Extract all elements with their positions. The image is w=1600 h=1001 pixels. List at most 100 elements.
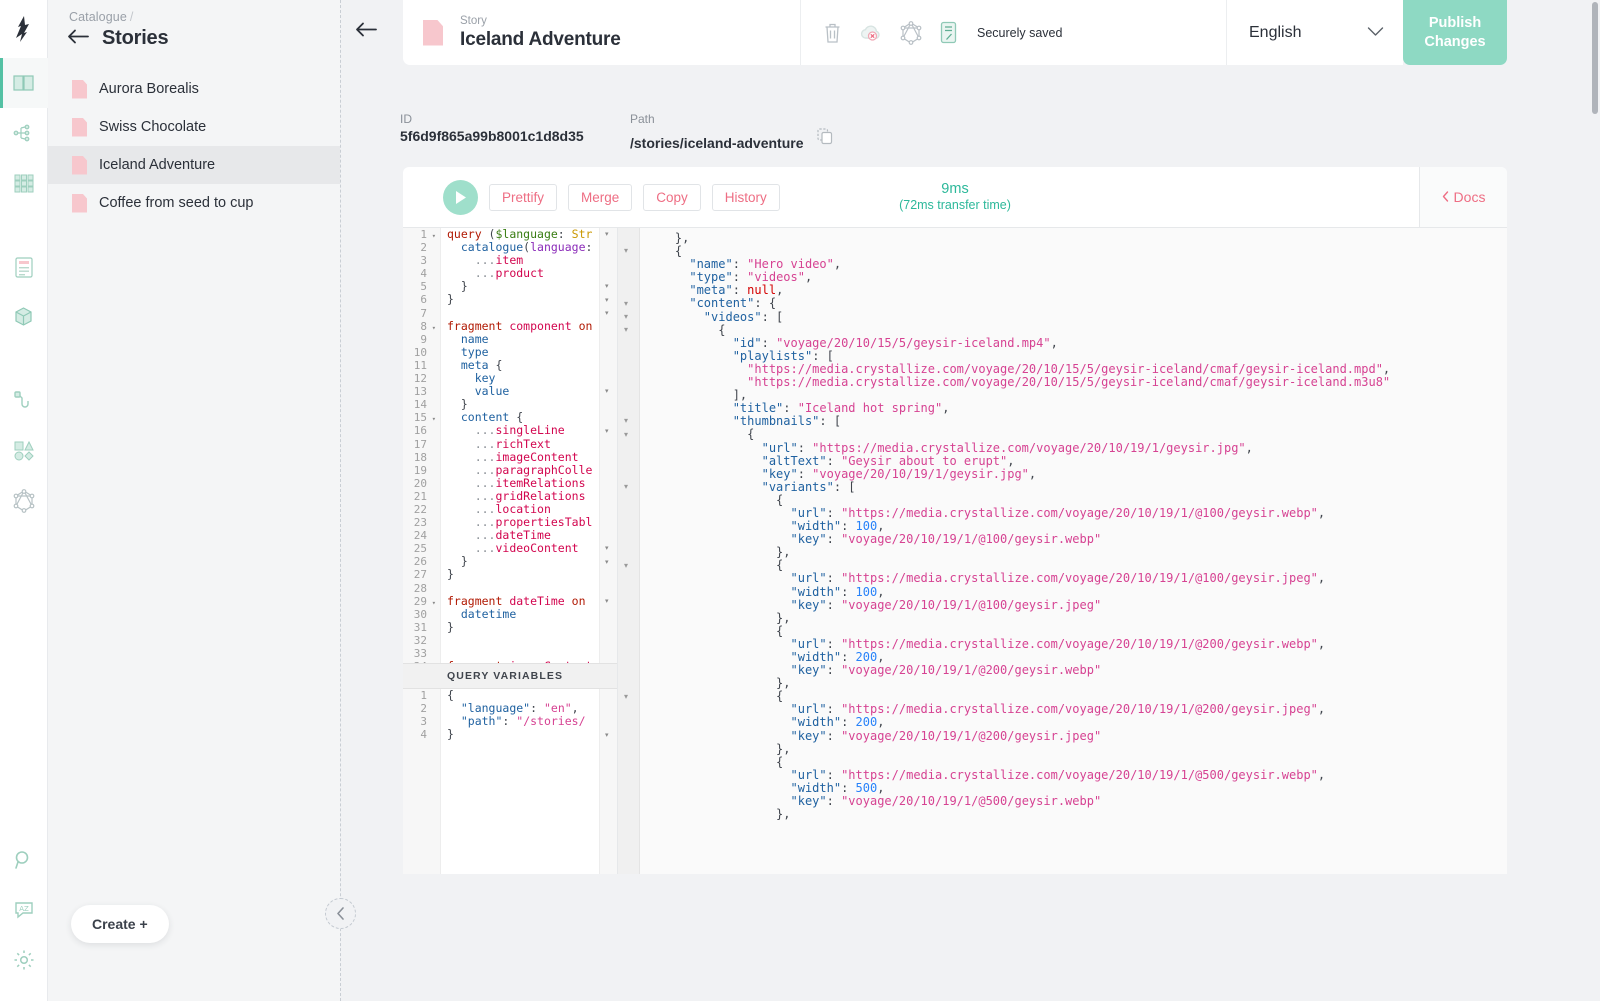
header-item-name: Iceland Adventure: [460, 28, 621, 50]
line-number: 26: [413, 555, 427, 569]
publish-changes-button[interactable]: Publish Changes: [1403, 0, 1507, 65]
result-fold-markers[interactable]: ▾ ▾ ▾ ▾ ▾ ▾ ▾ ▾ ▾: [618, 228, 640, 874]
query-code[interactable]: query ($language: Str catalogue(language…: [441, 228, 599, 663]
breadcrumb-root[interactable]: Catalogue: [69, 10, 127, 24]
code-line: }: [447, 279, 468, 294]
story-list-item-label: Coffee from seed to cup: [99, 195, 254, 211]
prettify-button[interactable]: Prettify: [489, 183, 558, 211]
line-number: 14: [413, 398, 427, 412]
language-select[interactable]: English: [1227, 0, 1403, 65]
query-variables-header[interactable]: QUERY VARIABLES: [403, 663, 617, 689]
sidebar-item-grids[interactable]: [0, 158, 48, 208]
sidebar-item-graphql[interactable]: [0, 476, 48, 526]
code-line: }: [447, 727, 454, 742]
line-number: 9: [420, 332, 427, 346]
settings-gear-icon[interactable]: [0, 935, 48, 985]
copy-icon[interactable]: [816, 128, 833, 151]
query-result-pane[interactable]: ▾ ▾ ▾ ▾ ▾ ▾ ▾ ▾ ▾ }, { "name": "Hero video", "ty…: [618, 228, 1507, 874]
code-line: fragment imageContent: [447, 660, 599, 663]
copy-button[interactable]: Copy: [643, 183, 701, 211]
variables-code[interactable]: { "language": "en", "path": "/stories/}: [441, 689, 599, 874]
webhooks-hook-icon: [13, 391, 29, 408]
fold-marker[interactable]: ▾: [624, 299, 628, 308]
sidebar-item-pim[interactable]: [0, 292, 48, 342]
execute-query-button[interactable]: [443, 179, 478, 215]
code-line: }: [447, 554, 468, 569]
header-back-arrow-icon[interactable]: [355, 22, 377, 42]
line-number: 7: [420, 306, 427, 320]
line-number: 4: [420, 267, 427, 281]
create-button[interactable]: Create +: [71, 905, 169, 943]
chevron-down-icon: [1367, 24, 1384, 42]
sidebar-item-catalogue[interactable]: [0, 58, 48, 108]
story-list-item[interactable]: Iceland Adventure: [48, 146, 340, 184]
query-variables-editor[interactable]: 1234 { "language": "en", "path": "/stori…: [403, 689, 617, 874]
fold-marker[interactable]: ▾: [624, 325, 628, 334]
fold-marker[interactable]: ▾: [605, 309, 609, 317]
graphiql-body: 1 ▾ 2 3 4 5 6 7 8 ▾ 9 10 11 12 13 14 15 ▾ 16 17 18 19 20 21 22 23…: [403, 228, 1507, 874]
line-number: 4: [420, 728, 427, 742]
history-button[interactable]: History: [711, 183, 780, 211]
query-editor[interactable]: 1 ▾ 2 3 4 5 6 7 8 ▾ 9 10 11 12 13 14 15 ▾ 16 17 18 19 20 21 22 23…: [403, 228, 617, 663]
fold-marker[interactable]: ▾: [605, 662, 609, 663]
line-number: 6: [420, 293, 427, 307]
fold-marker[interactable]: ▾: [624, 430, 628, 439]
back-arrow-icon[interactable]: [67, 29, 89, 49]
story-list-item[interactable]: Aurora Borealis: [48, 70, 340, 108]
fold-marker[interactable]: ▾: [605, 427, 609, 435]
document-icon: [72, 155, 87, 175]
crystallize-logo-icon[interactable]: [0, 0, 48, 58]
delete-trash-icon[interactable]: [823, 22, 842, 44]
line-number: 15 ▾: [413, 411, 436, 425]
fold-marker[interactable]: ▾: [605, 282, 609, 290]
result-line: },: [776, 807, 791, 822]
sidebar-item-topics[interactable]: [0, 108, 48, 158]
fold-marker[interactable]: ▾: [605, 387, 609, 395]
fold-marker[interactable]: ▾: [605, 230, 609, 238]
fold-marker[interactable]: ▾: [624, 312, 628, 321]
catalogue-book-icon: [12, 75, 34, 91]
primary-icon-rail: AZ: [0, 0, 48, 1001]
fold-marker[interactable]: ▾: [624, 482, 628, 491]
header-actions: Securely saved: [801, 0, 1227, 65]
sidebar-title-row: Stories: [48, 24, 340, 50]
fold-marker[interactable]: ▾: [605, 296, 609, 304]
orders-clipboard-icon: [14, 256, 33, 278]
line-number: 16: [413, 424, 427, 438]
story-list-item[interactable]: Swiss Chocolate: [48, 108, 340, 146]
query-column: 1 ▾ 2 3 4 5 6 7 8 ▾ 9 10 11 12 13 14 15 ▾ 16 17 18 19 20 21 22 23…: [403, 228, 618, 874]
header-title-card: Story Iceland Adventure: [403, 0, 801, 65]
fold-marker[interactable]: ▾: [605, 558, 609, 566]
line-number: 12: [413, 372, 427, 386]
sidebar-item-orders[interactable]: [0, 242, 48, 292]
breadcrumb: Catalogue /: [48, 0, 340, 24]
chevron-left-icon: [1442, 189, 1449, 205]
fold-marker[interactable]: ▾: [605, 597, 609, 605]
saved-receipt-icon[interactable]: [939, 21, 958, 44]
fold-marker[interactable]: ▾: [605, 544, 609, 552]
sidebar-item-shapes[interactable]: [0, 426, 48, 476]
fold-marker[interactable]: ▾: [624, 561, 628, 570]
query-fold-markers[interactable]: ▾ ▾ ▾ ▾ ▾ ▾ ▾ ▾ ▾ ▾: [599, 228, 617, 663]
result-line: "https://media.crystallize.com/voyage/20…: [747, 375, 1391, 390]
merge-button[interactable]: Merge: [568, 183, 633, 211]
document-icon: [423, 19, 443, 46]
page-scrollbar[interactable]: [1590, 0, 1600, 1001]
unpublish-cloud-icon[interactable]: [859, 22, 883, 44]
line-number: 3: [420, 715, 427, 729]
collapse-panel-handle[interactable]: [325, 898, 356, 929]
sidebar-item-webhooks[interactable]: [0, 376, 48, 426]
docs-tab[interactable]: Docs: [1419, 167, 1507, 227]
fold-marker[interactable]: ▾: [624, 692, 628, 701]
variables-line-numbers: 1234: [403, 689, 441, 874]
fold-marker[interactable]: ▾: [624, 416, 628, 425]
story-list-item[interactable]: Coffee from seed to cup: [48, 184, 340, 222]
code-line: }: [447, 292, 454, 307]
line-number: 24: [413, 529, 427, 543]
fold-marker[interactable]: ▾: [624, 246, 628, 255]
translations-icon[interactable]: AZ: [0, 885, 48, 935]
graphql-icon[interactable]: [900, 20, 922, 45]
saved-status-label: Securely saved: [977, 25, 1063, 40]
page-scrollbar-thumb[interactable]: [1592, 2, 1598, 114]
search-icon[interactable]: [0, 835, 48, 885]
